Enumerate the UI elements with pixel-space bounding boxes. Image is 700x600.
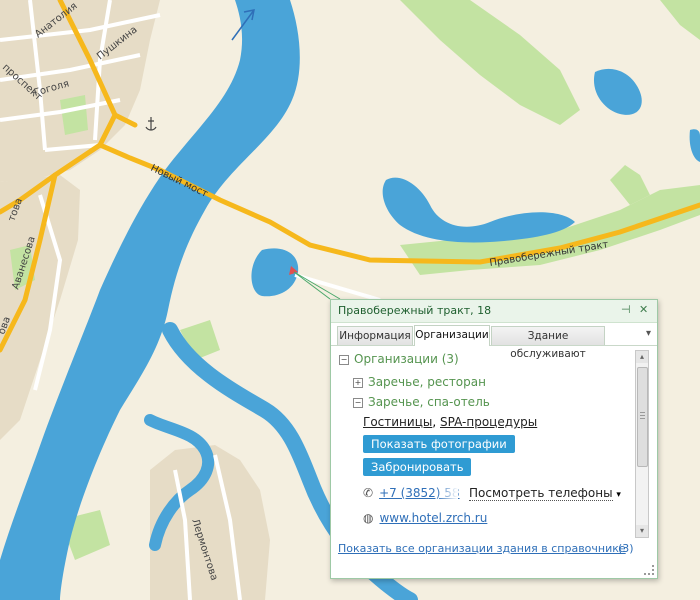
- rubric-link-spa[interactable]: SPA-процедуры: [440, 415, 537, 429]
- popup-header: Правобережный тракт, 18 ⊣ ✕: [331, 300, 657, 323]
- phone-fade: [436, 486, 458, 502]
- popup-tabs: Информация Организации Здание обслуживаю…: [331, 325, 657, 360]
- rubric-link-hotels[interactable]: Гостиницы: [363, 415, 432, 429]
- website-link[interactable]: www.hotel.zrch.ru: [379, 511, 487, 525]
- globe-icon: ◍: [363, 511, 374, 525]
- show-phones-label: Посмотреть телефоны: [469, 486, 613, 501]
- rubric-separator: ,: [432, 415, 437, 429]
- popup-title: Правобережный тракт, 18: [338, 304, 492, 317]
- tree-root-count: (3): [441, 352, 459, 366]
- show-phones-dropdown[interactable]: Посмотреть телефоны ▾: [469, 486, 621, 502]
- rubric-links: Гостиницы, SPA-процедуры: [363, 415, 537, 429]
- list-item-label: Заречье, ресторан: [368, 375, 486, 389]
- popup-footer: Показать все организации здания в справо…: [331, 538, 657, 578]
- tree-root[interactable]: − Организации (3): [339, 352, 459, 366]
- resize-grip-icon[interactable]: [644, 565, 654, 575]
- website-row: ◍ www.hotel.zrch.ru: [363, 511, 487, 525]
- grip-icon: [640, 412, 645, 413]
- collapse-icon[interactable]: −: [339, 355, 349, 365]
- book-button[interactable]: Забронировать: [363, 458, 472, 476]
- phone-icon: ✆: [363, 486, 374, 500]
- tree-root-label: Организации: [354, 352, 438, 366]
- list-item[interactable]: − Заречье, спа-отель: [353, 395, 490, 409]
- scroll-thumb[interactable]: [637, 367, 648, 467]
- pin-icon[interactable]: ⊣: [621, 303, 631, 317]
- tabs-overflow-icon[interactable]: ▾: [646, 328, 651, 339]
- tab-organizations[interactable]: Организации: [414, 325, 490, 346]
- tab-information[interactable]: Информация: [337, 326, 413, 345]
- scrollbar[interactable]: ▴ ▾: [635, 350, 649, 538]
- close-icon[interactable]: ✕: [639, 303, 648, 317]
- show-all-organizations-link[interactable]: Показать все организации здания в справо…: [338, 542, 626, 555]
- list-item-label: Заречье, спа-отель: [368, 395, 490, 409]
- organization-popup: Правобережный тракт, 18 ⊣ ✕ Информация О…: [330, 299, 658, 579]
- show-photos-button[interactable]: Показать фотографии: [363, 435, 515, 453]
- scroll-down-icon[interactable]: ▾: [636, 525, 648, 537]
- tab-building-services[interactable]: Здание обслуживают: [491, 326, 605, 360]
- list-item[interactable]: + Заречье, ресторан: [353, 375, 486, 389]
- scroll-up-icon[interactable]: ▴: [636, 351, 648, 363]
- organizations-list: − Организации (3) + Заречье, ресторан − Зар…: [331, 346, 657, 538]
- expand-icon[interactable]: +: [353, 378, 363, 388]
- chevron-down-icon: ▾: [616, 490, 621, 500]
- organizations-count: (3): [618, 542, 634, 555]
- collapse-icon[interactable]: −: [353, 398, 363, 408]
